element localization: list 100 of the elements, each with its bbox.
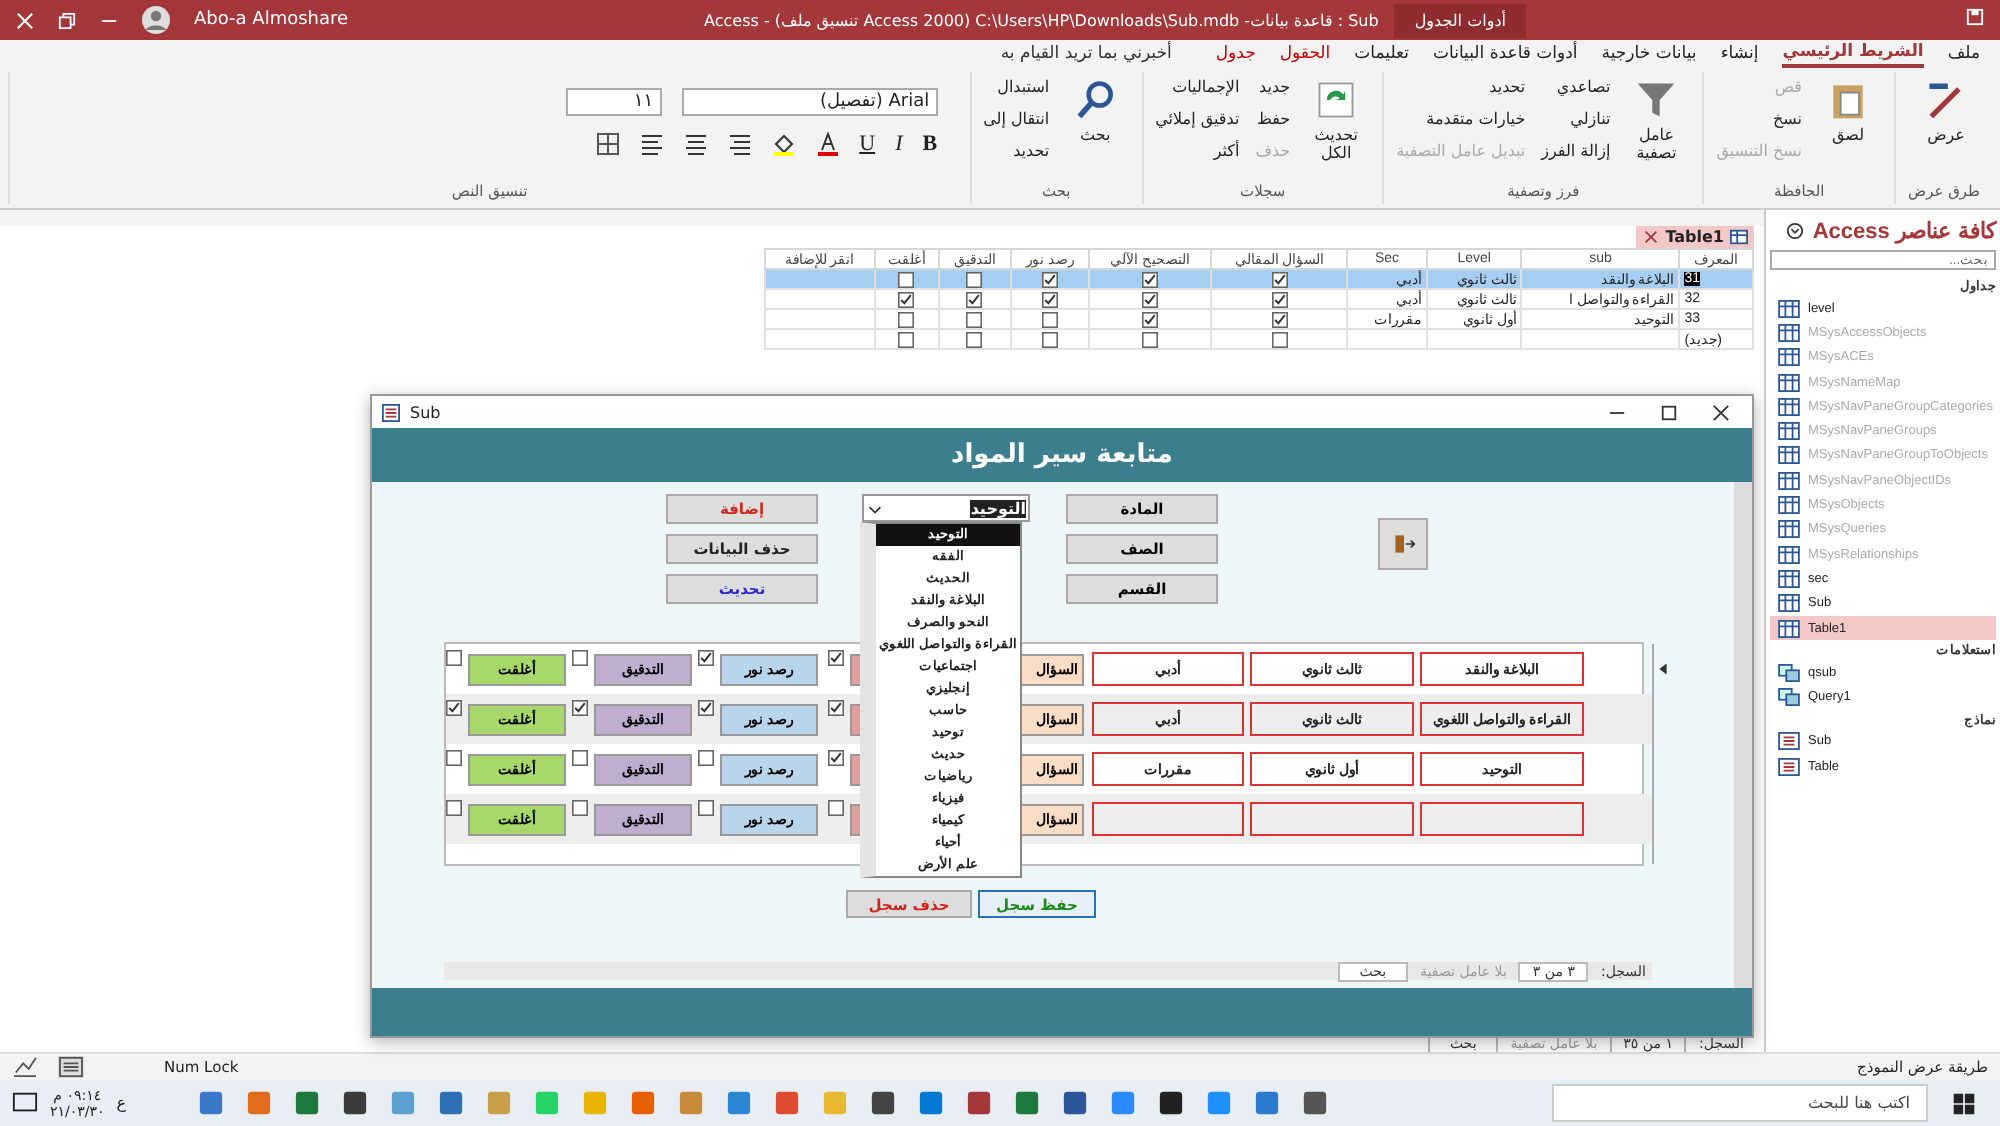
format-button[interactable]: I	[895, 132, 903, 156]
checkbox[interactable]	[966, 271, 983, 287]
ribbon-button[interactable]: الإجماليات	[1155, 78, 1240, 108]
checkbox[interactable]	[898, 331, 915, 347]
app-icon[interactable]	[1302, 1090, 1329, 1116]
ribbon-button[interactable]: تنازلي	[1541, 110, 1611, 140]
checkbox[interactable]	[828, 700, 844, 716]
text-field[interactable]	[1092, 802, 1244, 836]
ribbon-tab[interactable]: إنشاء	[1720, 42, 1759, 66]
checkbox[interactable]	[966, 311, 983, 327]
language-indicator[interactable]: ع	[116, 1094, 127, 1112]
ribbon-button[interactable]: أكثر	[1155, 142, 1240, 172]
font-size-field[interactable]: ١١	[565, 88, 662, 116]
app-icon[interactable]	[1158, 1090, 1185, 1116]
checkbox[interactable]	[446, 800, 462, 816]
ribbon-button[interactable]: تحديد	[983, 142, 1050, 172]
checkbox[interactable]	[1142, 331, 1159, 347]
ribbon-tab[interactable]: تعليمات	[1354, 42, 1409, 66]
checkbox[interactable]	[446, 650, 462, 666]
format-button[interactable]: B	[922, 132, 938, 156]
ribbon-button[interactable]: استبدال	[983, 78, 1050, 108]
app-icon[interactable]	[1062, 1090, 1089, 1116]
ribbon-tab[interactable]: الحقول	[1279, 42, 1331, 66]
checkbox[interactable]	[1041, 331, 1058, 347]
align-icon[interactable]	[727, 132, 752, 156]
checkbox[interactable]	[966, 331, 983, 347]
notification-icon[interactable]	[12, 1090, 38, 1116]
windows-logo-icon[interactable]	[1952, 1091, 1976, 1115]
checkbox[interactable]	[1041, 291, 1058, 307]
save-icon[interactable]	[1966, 8, 1984, 26]
checkbox[interactable]	[1142, 291, 1159, 307]
checkbox[interactable]	[572, 650, 588, 666]
checkbox[interactable]	[698, 800, 714, 816]
font-color-icon[interactable]	[815, 132, 840, 156]
checkbox[interactable]	[446, 700, 462, 716]
ribbon-button[interactable]: تحديث الكل	[1302, 72, 1371, 182]
checkbox[interactable]	[898, 291, 915, 307]
checkbox[interactable]	[446, 750, 462, 766]
highlight-icon[interactable]	[771, 132, 796, 156]
checkbox[interactable]	[966, 291, 983, 307]
exit-button[interactable]	[1378, 518, 1428, 570]
checkbox[interactable]	[1271, 291, 1288, 307]
checkbox[interactable]	[698, 650, 714, 666]
tell-me-field[interactable]: أخبرني بما تريد القيام به	[1000, 44, 1172, 64]
ribbon-tab[interactable]: بيانات خارجية	[1601, 42, 1697, 66]
ribbon-tab[interactable]: أدوات قاعدة البيانات	[1433, 42, 1578, 66]
gridlines-icon[interactable]	[595, 132, 620, 156]
checkbox[interactable]	[1271, 331, 1288, 347]
ribbon-button[interactable]: لصق	[1814, 72, 1882, 182]
checkbox[interactable]	[698, 750, 714, 766]
table-icon	[1730, 228, 1748, 246]
app-icon[interactable]	[342, 1090, 369, 1116]
checkbox[interactable]	[1142, 271, 1159, 287]
ribbon-button[interactable]: جديد	[1255, 78, 1291, 108]
checkbox[interactable]	[698, 700, 714, 716]
checkbox[interactable]	[828, 750, 844, 766]
ribbon-button[interactable]: حفظ	[1255, 110, 1291, 140]
checkbox[interactable]	[572, 800, 588, 816]
dropdown-icon[interactable]	[1786, 222, 1805, 240]
ribbon-button[interactable]: تحديد	[1396, 78, 1526, 108]
checkbox[interactable]	[1041, 311, 1058, 327]
avatar-icon[interactable]	[142, 6, 170, 34]
text-field[interactable]	[1420, 802, 1584, 836]
ribbon-tab[interactable]: ملف	[1947, 42, 1980, 66]
close-icon[interactable]	[1712, 403, 1730, 421]
ribbon-button[interactable]: خيارات متقدمة	[1396, 110, 1526, 140]
checkbox[interactable]	[1271, 271, 1288, 287]
door-icon	[1391, 532, 1415, 556]
ribbon-button[interactable]: انتقال إلى	[983, 110, 1050, 140]
ribbon-tab[interactable]: جدول	[1215, 42, 1256, 66]
maximize-icon[interactable]	[1660, 403, 1678, 421]
ribbon-button[interactable]: عرض	[1912, 72, 1980, 182]
search-field[interactable]: اكتب هنا للبحث	[1552, 1084, 1928, 1122]
checkbox[interactable]	[1142, 311, 1159, 327]
checkbox[interactable]	[828, 650, 844, 666]
ribbon-button[interactable]: نسخ	[1716, 110, 1802, 140]
form-view-icon[interactable]	[58, 1056, 84, 1078]
window-title: Sub : قاعدة بيانات- C:\Users\HP\Downloads\Sub.mdb (Access 2000 تنسيق ملف) - Access	[704, 11, 1379, 29]
ribbon-button[interactable]: بحث	[1061, 72, 1130, 182]
checkbox[interactable]	[572, 750, 588, 766]
checkbox[interactable]	[898, 271, 915, 287]
document-tab[interactable]: Table1	[1635, 226, 1754, 248]
restore-icon[interactable]	[58, 11, 76, 29]
format-button[interactable]: U	[859, 132, 876, 156]
ribbon-button[interactable]: تدقيق إملائي	[1155, 110, 1240, 140]
checkbox[interactable]	[1271, 311, 1288, 327]
checkbox[interactable]	[1041, 271, 1058, 287]
app-icon[interactable]	[870, 1090, 897, 1116]
font-name-field[interactable]: Arial (تفصيل)	[681, 88, 938, 116]
checkbox[interactable]	[572, 700, 588, 716]
combo-box[interactable]: التوحيد	[862, 494, 1030, 522]
text-field[interactable]	[1250, 802, 1414, 836]
checkbox[interactable]	[828, 800, 844, 816]
chart-icon[interactable]	[12, 1056, 38, 1078]
ribbon-button[interactable]: عامل تصفية	[1622, 72, 1691, 182]
align-icon[interactable]	[639, 132, 664, 156]
checkbox[interactable]	[898, 311, 915, 327]
ribbon-button[interactable]: إزالة الفرز	[1541, 142, 1611, 172]
align-icon[interactable]	[683, 132, 708, 156]
ribbon-button[interactable]: تصاعدي	[1541, 78, 1611, 108]
